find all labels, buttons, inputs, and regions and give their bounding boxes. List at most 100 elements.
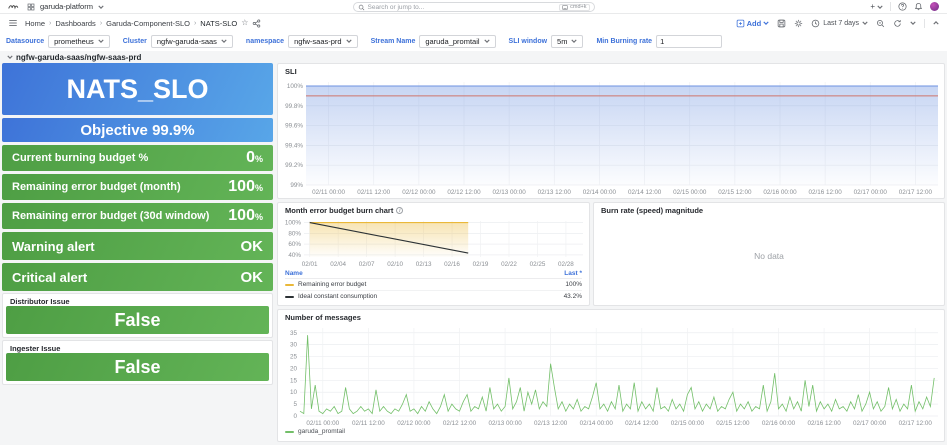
stream-name-dropdown[interactable]: garuda_promtail [419,34,496,48]
divider [890,2,891,11]
panel-title: SLI [285,67,297,76]
legend-row[interactable]: Remaining error budget 100% [285,279,582,291]
svg-text:80%: 80% [288,230,301,237]
breadcrumb-dashboards[interactable]: Dashboards [55,19,95,28]
chevron-down-icon[interactable] [98,4,104,10]
no-data-message: No data [754,251,784,261]
row-collapse-chevron-icon [7,55,13,59]
stat-panel-nats-slo[interactable]: NATS_SLO [2,63,273,115]
legend-name-header[interactable]: Name [285,270,303,277]
svg-text:02/16 00:00: 02/16 00:00 [762,420,796,427]
burn-chart-legend: Name Last * Remaining error budget 100% … [278,269,589,302]
chevron-down-icon [98,39,104,43]
stat-panel-remaining-budget-30d[interactable]: Remaining error budget (30d window) 100% [2,203,273,229]
stat-label: Remaining error budget (month) [12,181,181,193]
svg-text:02/16 12:00: 02/16 12:00 [807,420,841,427]
stat-value: NATS_SLO [66,73,209,104]
svg-text:02/15 12:00: 02/15 12:00 [716,420,750,427]
chevron-down-icon [483,39,490,43]
svg-text:02/14 00:00: 02/14 00:00 [580,420,614,427]
time-range-picker[interactable]: Last 7 days [811,19,868,28]
legend-row[interactable]: Ideal constant consumption 43.2% [285,291,582,302]
svg-text:02/16 12:00: 02/16 12:00 [809,189,843,196]
stat-panel-objective[interactable]: Objective 99.9% [2,118,273,142]
svg-text:100%: 100% [287,83,304,90]
svg-text:02/17 00:00: 02/17 00:00 [854,189,888,196]
search-icon [358,4,364,10]
stat-value: Objective 99.9% [80,121,195,139]
min-burning-rate-input[interactable] [660,36,719,46]
stat-panel-critical-alert[interactable]: Critical alert OK [2,263,273,291]
info-icon[interactable]: i [396,207,404,214]
grafana-org-icon [27,3,35,10]
stat-panel-remaining-budget-month[interactable]: Remaining error budget (month) 100% [2,174,273,200]
search-input[interactable]: Search or jump to... cmd+k [352,2,595,12]
help-icon[interactable] [898,2,907,11]
svg-text:02/15 00:00: 02/15 00:00 [671,420,705,427]
sli-window-dropdown[interactable]: 5m [551,34,584,48]
dashboard-row-header[interactable]: ngfw-garuda-saas/ngfw-saas-prd [0,51,947,63]
user-avatar[interactable] [930,2,939,11]
settings-gear-icon[interactable] [794,19,803,28]
svg-text:02/22: 02/22 [501,261,517,268]
zoom-out-icon[interactable] [876,19,885,28]
svg-text:02/19: 02/19 [473,261,489,268]
sli-chart: 99% 99.2% 99.4% 99.6% 99.8% 100% 02/11 00:00 02… [278,77,944,197]
chevron-down-icon [345,39,352,43]
series-swatch [285,295,294,298]
svg-text:02/15 00:00: 02/15 00:00 [673,189,707,196]
org-switcher[interactable]: garuda-platform [40,2,93,11]
svg-text:02/25: 02/25 [530,261,546,268]
save-dashboard-icon[interactable] [777,19,786,28]
panel-ingester-issue[interactable]: Ingester Issue False [2,340,273,385]
cluster-dropdown[interactable]: ngfw-garuda-saas [150,34,233,48]
grafana-dashboard-screen: garuda-platform Search or jump to... cmd… [0,0,947,445]
datasource-dropdown[interactable]: prometheus [48,34,110,48]
legend-last-header[interactable]: Last * [564,270,582,277]
variable-datasource: Datasource prometheus [6,34,110,48]
favorite-star-icon[interactable]: ☆ [241,19,248,27]
variable-namespace: namespace ngfw-saas-prd [246,34,358,48]
panel-burn-rate-magnitude[interactable]: Burn rate (speed) magnitude No data [593,202,945,306]
stat-value: OK [240,237,264,255]
stat-panel-current-burning-budget[interactable]: Current burning budget % 0% [2,145,273,171]
share-icon[interactable] [252,18,261,28]
clock-icon [811,19,820,27]
add-panel-button[interactable]: Add [736,19,770,28]
refresh-icon[interactable] [893,19,902,28]
breadcrumb-current: NATS-SLO [200,18,238,28]
svg-text:02/16 00:00: 02/16 00:00 [763,189,797,196]
svg-text:02/12 00:00: 02/12 00:00 [397,420,431,427]
panel-sli[interactable]: SLI 99% 99.2% 99.4% 99.6% 99.8% 100% 02/11 00:… [277,63,945,199]
new-menu-button[interactable]: + [870,2,883,11]
svg-text:02/14 12:00: 02/14 12:00 [625,420,659,427]
panel-distributor-issue[interactable]: Distributor Issue False [2,293,273,338]
svg-text:02/12 00:00: 02/12 00:00 [402,189,436,196]
panel-title: Burn rate (speed) magnitude [601,206,704,215]
svg-text:99.6%: 99.6% [285,123,303,130]
refresh-interval-chevron-icon[interactable] [910,20,916,26]
stat-value: 100% [228,178,263,195]
svg-text:02/10: 02/10 [387,261,403,268]
collapse-toolbar-icon[interactable] [933,20,939,26]
breadcrumb-folder[interactable]: Garuda-Component-SLO [106,19,190,28]
svg-text:100%: 100% [285,220,302,227]
svg-text:02/04: 02/04 [330,261,346,268]
svg-text:02/14 00:00: 02/14 00:00 [583,189,617,196]
stat-label: Warning alert [12,238,95,254]
menu-icon[interactable] [8,18,18,28]
svg-text:99.8%: 99.8% [285,103,303,110]
svg-text:02/13 00:00: 02/13 00:00 [488,420,522,427]
panel-month-burn-chart[interactable]: Month error budget burn chart i 40% 60% 80… [277,202,590,306]
messages-legend[interactable]: garuda_promtail [278,428,944,435]
breadcrumb-home[interactable]: Home [25,19,45,28]
chevron-down-icon [571,39,578,43]
top-nav-bar: garuda-platform Search or jump to... cmd… [0,0,947,14]
svg-text:15: 15 [290,377,298,384]
chevron-down-icon [221,39,227,43]
stat-panel-warning-alert[interactable]: Warning alert OK [2,232,273,260]
svg-text:02/07: 02/07 [359,261,375,268]
notifications-bell-icon[interactable] [914,2,923,11]
namespace-dropdown[interactable]: ngfw-saas-prd [288,34,358,48]
panel-number-of-messages[interactable]: Number of messages 0 5 10 15 20 25 30 35 02/11 0… [277,309,945,442]
